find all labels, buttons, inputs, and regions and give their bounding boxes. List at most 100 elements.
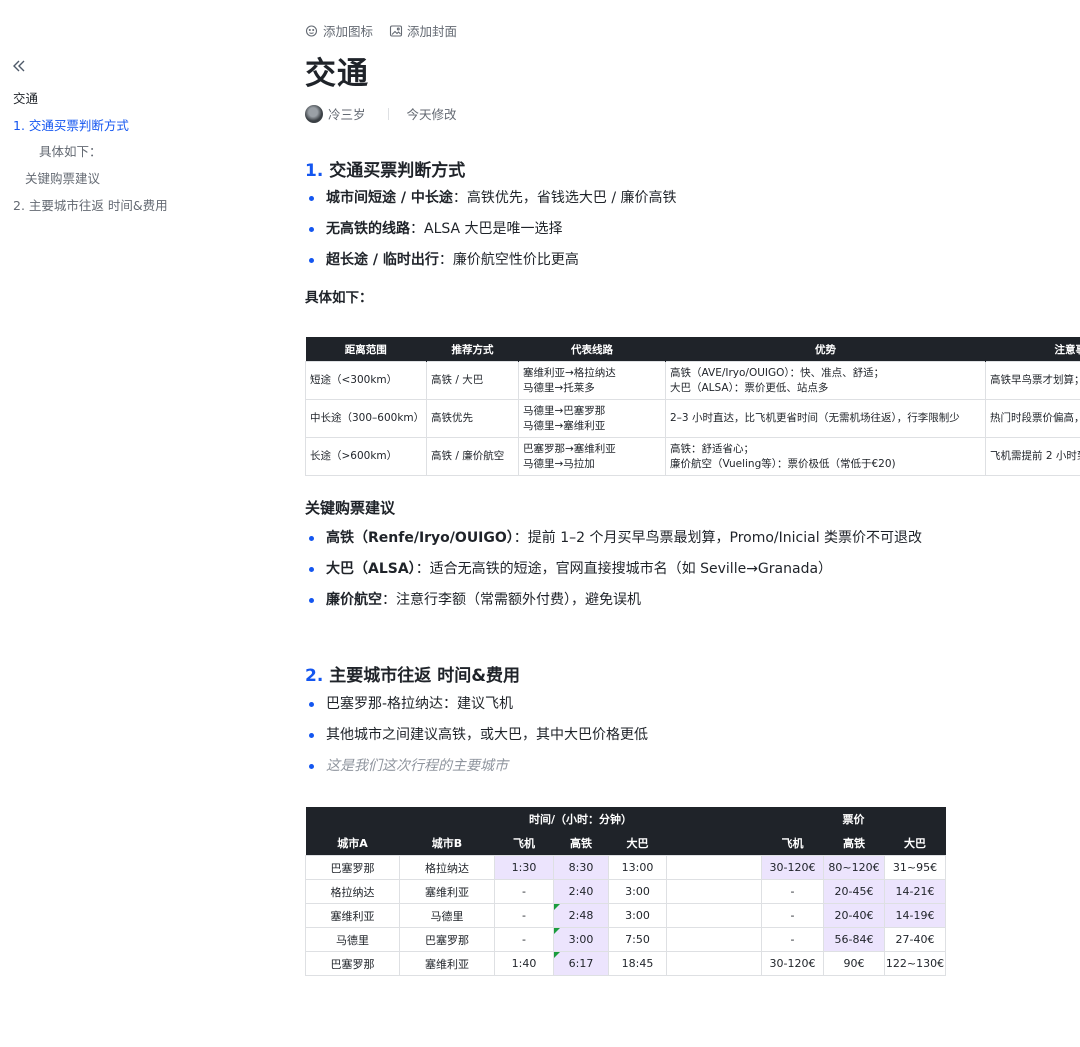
table-cell[interactable]: 18:45 (608, 951, 667, 976)
table-cell[interactable]: 14-21€ (884, 879, 946, 904)
table-cell[interactable]: - (494, 927, 554, 952)
table-header: 大巴 (884, 831, 946, 856)
table-cell[interactable]: 80~120€ (823, 855, 885, 880)
section1-bullets: 城市间短途 / 中长途：高铁优先，省钱选大巴 / 廉价高铁 无高铁的线路：ALS… (305, 188, 677, 281)
table-cell[interactable]: - (761, 927, 824, 952)
list-item: 巴塞罗那-格拉纳达：建议飞机 (305, 694, 648, 725)
list-item: 城市间短途 / 中长途：高铁优先，省钱选大巴 / 廉价高铁 (305, 188, 677, 219)
table-cell[interactable]: 格拉纳达 (399, 855, 495, 880)
table-cell[interactable]: 巴塞罗那 (399, 927, 495, 952)
table-cell[interactable]: 31~95€ (884, 855, 946, 880)
table-cell[interactable]: 20-40€ (823, 903, 885, 928)
table-cell[interactable]: 巴塞罗那 (305, 951, 400, 976)
table-header: 高铁 (553, 831, 609, 856)
table-cell[interactable]: 14-19€ (884, 903, 946, 928)
table-cell[interactable]: 2:40 (553, 879, 609, 904)
details-label: 具体如下： (305, 290, 373, 306)
section1-number: 1. (305, 161, 324, 181)
table-cell[interactable]: 3:00 (608, 903, 667, 928)
table-cell[interactable]: 高铁：舒适省心； 廉价航空（Vueling等）：票价极低（常低于€20) (665, 437, 986, 476)
table-cell[interactable]: - (494, 903, 554, 928)
table-header: 代表线路 (518, 337, 666, 362)
table-cell[interactable]: 20-45€ (823, 879, 885, 904)
table-cell[interactable]: 高铁优先 (426, 399, 519, 438)
table-cell[interactable]: 高铁 / 大巴 (426, 361, 519, 400)
table-cell[interactable]: - (761, 879, 824, 904)
table-cell[interactable]: 90€ (823, 951, 885, 976)
add-cover-button[interactable]: 添加封面 (389, 21, 457, 40)
table-cell[interactable]: 长途（>600km） (305, 437, 427, 476)
table-cell[interactable]: 122~130€ (884, 951, 946, 976)
add-cover-label: 添加封面 (407, 24, 458, 39)
table-cell[interactable]: - (761, 903, 824, 928)
table-cell[interactable] (666, 951, 762, 976)
table-cell[interactable]: 塞维利亚→格拉纳达 马德里→托莱多 (518, 361, 666, 400)
table-cell[interactable]: 2–3 小时直达，比飞机更省时间（无需机场往返），行李限制少 (665, 399, 986, 438)
table-header: 城市A (305, 831, 400, 856)
table-cell[interactable]: 1:30 (494, 855, 554, 880)
table-cell[interactable]: 8:30 (553, 855, 609, 880)
table-cell[interactable]: 塞维利亚 (399, 879, 495, 904)
list-item: 超长途 / 临时出行：廉价航空性价比更高 (305, 250, 677, 281)
table-cell[interactable]: 马德里 (399, 903, 495, 928)
author-avatar[interactable] (305, 104, 323, 123)
outline-item-section1[interactable]: 1. 交通买票判断方式 (13, 115, 129, 134)
table-cell[interactable]: 6:17 (553, 951, 609, 976)
table-cell[interactable]: 短途（<300km） (305, 361, 427, 400)
doc-title[interactable]: 交通 (305, 48, 369, 93)
doc-meta: 冷三岁 今天修改 (305, 104, 457, 123)
price-group-header: 票价 (761, 807, 946, 831)
table-cell[interactable] (666, 879, 762, 904)
transport-table-scroll[interactable]: 距离范围 推荐方式 代表线路 优势 注意事项 短途（<300km） 高铁 / 大… (305, 337, 1080, 476)
table-cell[interactable]: 13:00 (608, 855, 667, 880)
table-cell[interactable]: 格拉纳达 (305, 879, 400, 904)
table-cell[interactable]: 热门时段票价偏高， (985, 399, 1080, 438)
table-row: 塞维利亚 马德里 -2:48 3:00-20-40€ 14-19€ (305, 903, 946, 928)
section2-bullets: 巴塞罗那-格拉纳达：建议飞机 其他城市之间建议高铁，或大巴，其中大巴价格更低 这… (305, 694, 648, 787)
section1-title: 交通买票判断方式 (329, 161, 466, 181)
table-cell[interactable]: 巴塞罗那→塞维利亚 马德里→马拉加 (518, 437, 666, 476)
table-header: 城市B (399, 831, 495, 856)
table-cell[interactable]: 56-84€ (823, 927, 885, 952)
add-icon-button[interactable]: 添加图标 (305, 21, 373, 40)
list-item: 大巴（ALSA）：适合无高铁的短途，官网直接搜城市名（如 Seville→Gra… (305, 559, 922, 590)
table-cell[interactable] (666, 903, 762, 928)
table-header: 推荐方式 (426, 337, 519, 362)
table-cell[interactable]: 27-40€ (884, 927, 946, 952)
transport-table: 距离范围 推荐方式 代表线路 优势 注意事项 短途（<300km） 高铁 / 大… (305, 337, 1080, 476)
table-cell[interactable]: 3:00 (553, 927, 609, 952)
table-header-row: 城市A 城市B 飞机 高铁 大巴 飞机 高铁 大巴 (305, 831, 946, 856)
table-cell[interactable]: 飞机需提前 2 小时到 (985, 437, 1080, 476)
table-cell[interactable]: 高铁 / 廉价航空 (426, 437, 519, 476)
table-cell[interactable]: 巴塞罗那 (305, 855, 400, 880)
outline-item-details[interactable]: 具体如下： (39, 141, 102, 160)
table-cell[interactable]: 塞维利亚 (305, 903, 400, 928)
collapse-outline-icon[interactable] (11, 58, 27, 74)
table-cell[interactable] (666, 927, 762, 952)
section2-title: 主要城市往返 时间&费用 (329, 666, 521, 686)
outline-item-tips[interactable]: 关键购票建议 (25, 168, 100, 187)
table-cell[interactable] (666, 855, 762, 880)
table-cell[interactable]: 高铁早鸟票才划算； (985, 361, 1080, 400)
table-cell[interactable]: 30-120€ (761, 855, 824, 880)
modified-time: 今天修改 (406, 107, 457, 122)
table-cell[interactable]: 马德里→巴塞罗那 马德里→塞维利亚 (518, 399, 666, 438)
table-cell[interactable]: 1:40 (494, 951, 554, 976)
table-cell[interactable]: 7:50 (608, 927, 667, 952)
city-time-cost-table: 时间/（小时：分钟） 票价 城市A 城市B 飞机 高铁 大巴 飞机 高铁 大巴 巴塞罗那 格拉纳… (305, 807, 946, 976)
outline-item-section2[interactable]: 2. 主要城市往返 时间&费用 (13, 195, 168, 214)
table-cell[interactable]: 30-120€ (761, 951, 824, 976)
table-cell[interactable]: 中长途（300–600km） (305, 399, 427, 438)
author-name[interactable]: 冷三岁 (328, 104, 366, 123)
outline-item-root[interactable]: 交通 (13, 88, 38, 107)
table-header: 高铁 (823, 831, 885, 856)
table-cell[interactable]: 3:00 (608, 879, 667, 904)
table-row: 格拉纳达 塞维利亚 -2:40 3:00-20-45€ 14-21€ (305, 879, 946, 904)
table-row: 马德里 巴塞罗那 -3:00 7:50-56-84€ 27-40€ (305, 927, 946, 952)
table-cell[interactable]: 高铁（AVE/Iryo/OUIGO）：快、准点、舒适； 大巴（ALSA）：票价更低… (665, 361, 986, 400)
smiley-add-icon (305, 24, 318, 37)
table-cell[interactable]: 塞维利亚 (399, 951, 495, 976)
table-cell[interactable]: 马德里 (305, 927, 400, 952)
table-cell[interactable]: - (494, 879, 554, 904)
table-cell[interactable]: 2:48 (553, 903, 609, 928)
